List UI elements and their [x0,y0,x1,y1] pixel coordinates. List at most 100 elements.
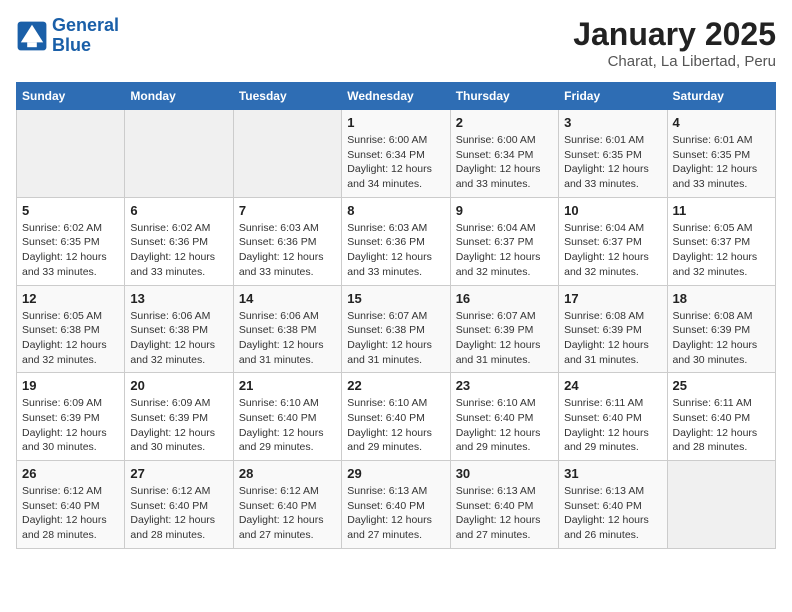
calendar-cell: 2 Sunrise: 6:00 AMSunset: 6:34 PMDaylight… [450,110,558,198]
header-thursday: Thursday [450,83,558,110]
day-number: 1 [347,115,444,130]
day-number: 21 [239,378,336,393]
calendar-cell: 3 Sunrise: 6:01 AMSunset: 6:35 PMDaylight… [559,110,667,198]
calendar-cell: 12 Sunrise: 6:05 AMSunset: 6:38 PMDayligh… [17,285,125,373]
day-number: 22 [347,378,444,393]
day-info: Sunrise: 6:00 AMSunset: 6:34 PMDaylight:… [347,133,444,192]
header-saturday: Saturday [667,83,775,110]
week-row-2: 5Sunrise: 6:02 AMSunset: 6:35 PMDaylight… [17,197,776,285]
day-info: Sunrise: 6:12 AMSunset: 6:40 PMDaylight:… [130,484,227,543]
calendar-cell: 20 Sunrise: 6:09 AMSunset: 6:39 PMDayligh… [125,373,233,461]
header-row: SundayMondayTuesdayWednesdayThursdayFrid… [17,83,776,110]
day-number: 9 [456,203,553,218]
calendar-cell: 25 Sunrise: 6:11 AMSunset: 6:40 PMDayligh… [667,373,775,461]
calendar-cell: 17Sunrise: 6:08 AMSunset: 6:39 PMDayligh… [559,285,667,373]
header-wednesday: Wednesday [342,83,450,110]
day-number: 25 [673,378,770,393]
calendar-cell: 31Sunrise: 6:13 AMSunset: 6:40 PMDayligh… [559,461,667,549]
calendar-cell: 30 Sunrise: 6:13 AMSunset: 6:40 PMDayligh… [450,461,558,549]
calendar-cell: 13Sunrise: 6:06 AMSunset: 6:38 PMDayligh… [125,285,233,373]
day-info: Sunrise: 6:07 AMSunset: 6:39 PMDaylight:… [456,309,553,368]
day-info: Sunrise: 6:06 AMSunset: 6:38 PMDaylight:… [239,309,336,368]
day-number: 15 [347,291,444,306]
day-number: 10 [564,203,661,218]
calendar-cell: 6Sunrise: 6:02 AMSunset: 6:36 PMDaylight… [125,197,233,285]
logo-text: General Blue [52,16,119,56]
header-tuesday: Tuesday [233,83,341,110]
day-number: 8 [347,203,444,218]
header-sunday: Sunday [17,83,125,110]
calendar-cell: 18 Sunrise: 6:08 AMSunset: 6:39 PMDayligh… [667,285,775,373]
calendar-cell: 24Sunrise: 6:11 AMSunset: 6:40 PMDayligh… [559,373,667,461]
day-info: Sunrise: 6:06 AMSunset: 6:38 PMDaylight:… [130,309,227,368]
calendar-cell: 11Sunrise: 6:05 AMSunset: 6:37 PMDayligh… [667,197,775,285]
day-number: 24 [564,378,661,393]
week-row-5: 26 Sunrise: 6:12 AMSunset: 6:40 PMDayligh… [17,461,776,549]
day-number: 29 [347,466,444,481]
day-number: 12 [22,291,119,306]
day-number: 4 [673,115,770,130]
calendar-cell: 4 Sunrise: 6:01 AMSunset: 6:35 PMDaylight… [667,110,775,198]
calendar-header: SundayMondayTuesdayWednesdayThursdayFrid… [17,83,776,110]
day-info: Sunrise: 6:02 AMSunset: 6:36 PMDaylight:… [130,221,227,280]
calendar-subtitle: Charat, La Libertad, Peru [573,53,776,70]
day-number: 7 [239,203,336,218]
logo-blue: Blue [52,36,119,56]
day-info: Sunrise: 6:10 AMSunset: 6:40 PMDaylight:… [347,396,444,455]
week-row-4: 19 Sunrise: 6:09 AMSunset: 6:39 PMDayligh… [17,373,776,461]
day-number: 18 [673,291,770,306]
day-number: 23 [456,378,553,393]
week-row-1: 1 Sunrise: 6:00 AMSunset: 6:34 PMDaylight… [17,110,776,198]
day-info: Sunrise: 6:05 AMSunset: 6:37 PMDaylight:… [673,221,770,280]
day-info: Sunrise: 6:05 AMSunset: 6:38 PMDaylight:… [22,309,119,368]
day-number: 30 [456,466,553,481]
day-info: Sunrise: 6:13 AMSunset: 6:40 PMDaylight:… [347,484,444,543]
day-info: Sunrise: 6:01 AMSunset: 6:35 PMDaylight:… [673,133,770,192]
calendar-cell: 10 Sunrise: 6:04 AMSunset: 6:37 PMDayligh… [559,197,667,285]
day-number: 17 [564,291,661,306]
day-info: Sunrise: 6:04 AMSunset: 6:37 PMDaylight:… [456,221,553,280]
header-friday: Friday [559,83,667,110]
day-number: 27 [130,466,227,481]
day-info: Sunrise: 6:08 AMSunset: 6:39 PMDaylight:… [673,309,770,368]
day-number: 16 [456,291,553,306]
calendar-cell: 21 Sunrise: 6:10 AMSunset: 6:40 PMDayligh… [233,373,341,461]
calendar-cell: 5Sunrise: 6:02 AMSunset: 6:35 PMDaylight… [17,197,125,285]
day-number: 14 [239,291,336,306]
day-info: Sunrise: 6:03 AMSunset: 6:36 PMDaylight:… [239,221,336,280]
header-monday: Monday [125,83,233,110]
day-info: Sunrise: 6:09 AMSunset: 6:39 PMDaylight:… [130,396,227,455]
calendar-cell [233,110,341,198]
calendar-cell [125,110,233,198]
day-info: Sunrise: 6:12 AMSunset: 6:40 PMDaylight:… [22,484,119,543]
day-info: Sunrise: 6:11 AMSunset: 6:40 PMDaylight:… [673,396,770,455]
day-info: Sunrise: 6:00 AMSunset: 6:34 PMDaylight:… [456,133,553,192]
day-info: Sunrise: 6:01 AMSunset: 6:35 PMDaylight:… [564,133,661,192]
day-info: Sunrise: 6:12 AMSunset: 6:40 PMDaylight:… [239,484,336,543]
calendar-cell: 16 Sunrise: 6:07 AMSunset: 6:39 PMDayligh… [450,285,558,373]
day-info: Sunrise: 6:10 AMSunset: 6:40 PMDaylight:… [239,396,336,455]
day-info: Sunrise: 6:04 AMSunset: 6:37 PMDaylight:… [564,221,661,280]
calendar-cell: 19 Sunrise: 6:09 AMSunset: 6:39 PMDayligh… [17,373,125,461]
page-header: General Blue January 2025 Charat, La Lib… [16,16,776,70]
day-number: 20 [130,378,227,393]
calendar-title: January 2025 [573,16,776,53]
week-row-3: 12 Sunrise: 6:05 AMSunset: 6:38 PMDayligh… [17,285,776,373]
day-number: 28 [239,466,336,481]
day-number: 3 [564,115,661,130]
day-number: 2 [456,115,553,130]
day-number: 19 [22,378,119,393]
calendar-cell: 26 Sunrise: 6:12 AMSunset: 6:40 PMDayligh… [17,461,125,549]
day-info: Sunrise: 6:03 AMSunset: 6:36 PMDaylight:… [347,221,444,280]
day-info: Sunrise: 6:13 AMSunset: 6:40 PMDaylight:… [456,484,553,543]
day-info: Sunrise: 6:10 AMSunset: 6:40 PMDaylight:… [456,396,553,455]
calendar-cell [17,110,125,198]
calendar-cell: 28 Sunrise: 6:12 AMSunset: 6:40 PMDayligh… [233,461,341,549]
calendar-cell: 29 Sunrise: 6:13 AMSunset: 6:40 PMDayligh… [342,461,450,549]
day-info: Sunrise: 6:09 AMSunset: 6:39 PMDaylight:… [22,396,119,455]
logo-general: General [52,15,119,35]
day-number: 26 [22,466,119,481]
calendar-cell: 23 Sunrise: 6:10 AMSunset: 6:40 PMDayligh… [450,373,558,461]
calendar-body: 1 Sunrise: 6:00 AMSunset: 6:34 PMDaylight… [17,110,776,549]
day-info: Sunrise: 6:13 AMSunset: 6:40 PMDaylight:… [564,484,661,543]
